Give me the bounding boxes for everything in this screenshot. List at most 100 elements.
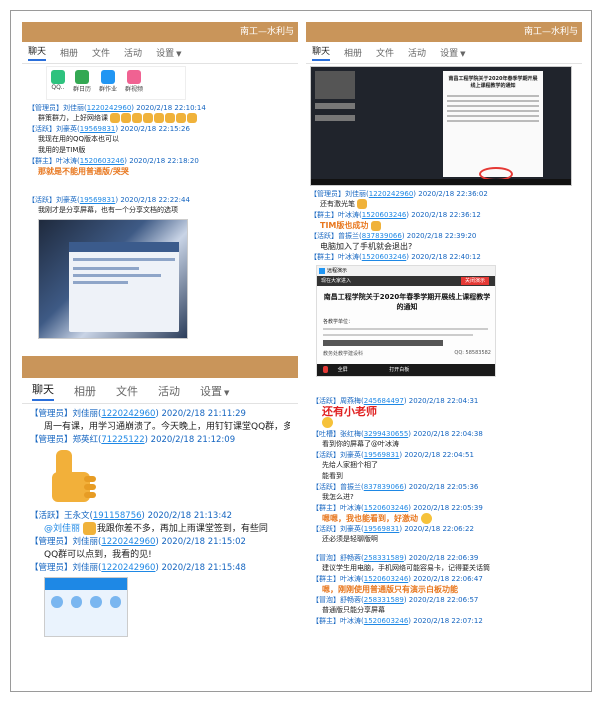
message-item: 【活跃】周燕梅(245684497) 2020/2/18 22:04:31 还有…: [312, 396, 576, 429]
app-calendar[interactable]: 群日历: [73, 70, 91, 96]
phone-icon: [51, 70, 65, 84]
message-text: 还有小老师: [322, 406, 377, 417]
message-meta: 【吐槽】张红梅(3299430655) 2020/2/18 22:04:38: [312, 429, 483, 438]
thumbs-up-icon: [165, 113, 176, 123]
avatar: [70, 596, 82, 608]
tab-settings[interactable]: 设置 ▼: [200, 383, 229, 399]
thumbs-up-icon: [154, 113, 165, 123]
tab-activity[interactable]: 活动: [408, 46, 426, 59]
screenshot-desktop[interactable]: 南昌工程学院关于2020年春季学期开展线上课程教学的通知: [310, 66, 572, 186]
message-meta: 【活跃】刘豪英(19569831) 2020/2/18 22:04:51: [312, 450, 474, 459]
homework-icon: [101, 70, 116, 84]
message-item: 【群主】叶冰涛(1520603246) 2020/2/18 22:40:12: [310, 252, 578, 262]
message-meta: 【活跃】刘豪英(19569831) 2020/2/18 22:06:22: [312, 524, 474, 533]
message-text: 嗯，刚刚使用普通版只有演示白板功能: [322, 584, 458, 594]
chevron-down-icon: ▼: [176, 50, 182, 58]
tab-settings[interactable]: 设置 ▼: [156, 46, 181, 59]
message-text: 我用的是TIM版: [38, 146, 86, 154]
message-text: 看到你的屏幕了@叶冰涛: [322, 439, 399, 448]
message-meta: 【群主】叶冰涛(1520603246) 2020/2/18 22:07:12: [312, 616, 483, 625]
tab-chat[interactable]: 聊天: [32, 381, 54, 401]
message-text: 周一有课，用学习通崩溃了。今天晚上，用钉钉课堂QQ群，多人通: [44, 422, 290, 432]
tab-bar: 聊天 相册 文件 活动 设置 ▼: [22, 378, 298, 404]
tab-chat[interactable]: 聊天: [312, 44, 331, 61]
message-meta: 【管理员】郑英红(71225122) 2020/2/18 21:12:09: [30, 435, 236, 445]
tab-files[interactable]: 文件: [376, 46, 394, 59]
message-meta: 【群主】叶冰涛(1520603246) 2020/2/18 22:06:47: [312, 574, 483, 583]
thumbs-up-icon: [82, 522, 96, 535]
fullscreen-button[interactable]: 全屏: [338, 367, 348, 373]
tab-album[interactable]: 相册: [74, 383, 96, 399]
tab-chat[interactable]: 聊天: [28, 44, 47, 61]
message-meta: 【活跃】周燕梅(245684497) 2020/2/18 22:04:31: [312, 397, 479, 405]
tab-activity[interactable]: 活动: [124, 46, 142, 59]
message-item: 【活跃】刘豪英(19569831) 2020/2/18 22:22:44 我刚才…: [28, 195, 292, 216]
screenshot-photo[interactable]: [38, 219, 188, 339]
tab-album[interactable]: 相册: [60, 46, 78, 59]
tab-album[interactable]: 相册: [344, 46, 362, 59]
thumbs-up-icon: [143, 113, 154, 123]
thumbs-up-icon: [121, 113, 132, 123]
message-text: TIM版也成功: [310, 220, 578, 231]
message-meta: 【管理员】刘佳丽(1220242960) 2020/2/18 21:11:29: [30, 409, 246, 419]
app-homework[interactable]: 群作业: [99, 70, 117, 96]
tab-files[interactable]: 文件: [92, 46, 110, 59]
thumbs-up-sticker[interactable]: [44, 450, 100, 506]
message-item: 【冒泡】舒畅蓉(258331589) 2020/2/18 22:06:57 普通…: [312, 595, 576, 616]
thumbs-up-icon: [176, 113, 187, 123]
message-item: 【活跃】曾振兰(837839066) 2020/2/18 22:05:36 我怎…: [312, 482, 576, 503]
calendar-icon: [75, 70, 89, 84]
app-grid: QQ.. 群日历 群作业 群视频: [46, 66, 186, 100]
app-video[interactable]: 群视频: [125, 70, 143, 96]
open-whiteboard-button[interactable]: 打开白板: [389, 367, 409, 373]
message-text: 建议学生用电脑，手机网络可能容易卡，记得要关话筒: [322, 563, 490, 572]
message-text: 能看到: [322, 471, 343, 480]
message-text: 群策群力，上好网络课: [28, 113, 292, 124]
message-text: 我现在用的QQ版本也可以: [38, 135, 120, 143]
screenshot-phone[interactable]: [44, 577, 128, 637]
message-meta: 【活跃】刘豪英(19569831) 2020/2/18 22:15:26: [28, 125, 190, 133]
thumbs-up-icon: [132, 113, 143, 123]
message-item: 【群主】叶冰涛(1520603246) 2020/2/18 22:05:39 嗯…: [312, 503, 576, 524]
message-item: 【活跃】曾振兰(837839066) 2020/2/18 22:39:20 电脑…: [310, 231, 578, 252]
message-item: 【冒泡】舒畅蓉(258331589) 2020/2/18 22:06:39 建议…: [312, 553, 576, 574]
tab-activity[interactable]: 活动: [158, 383, 180, 399]
avatar: [90, 596, 102, 608]
message-item: 【群主】叶冰涛(1520603246) 2020/2/18 22:18:20 那…: [28, 156, 292, 177]
panel-bottom-right: 【活跃】周燕梅(245684497) 2020/2/18 22:04:31 还有…: [306, 394, 582, 678]
message-item: 【管理员】郑英红(71225122) 2020/2/18 21:12:09: [30, 434, 290, 506]
message-meta: 【管理员】刘佳丽(1220242960) 2020/2/18 21:15:48: [30, 563, 246, 573]
message-text: 电脑加入了手机就会退出?: [320, 242, 413, 251]
message-meta: 【群主】叶冰涛(1520603246) 2020/2/18 22:18:20: [28, 157, 199, 165]
close-presentation-button[interactable]: 关闭演示: [460, 277, 489, 285]
message-meta: 【群主】叶冰涛(1520603246) 2020/2/18 22:05:39: [312, 503, 483, 512]
message-text: 先给人家捆个相了: [322, 460, 378, 469]
group-header: 南工—水利与: [22, 22, 298, 42]
message-item: 【管理员】刘佳丽(1220242960) 2020/2/18 22:10:14 …: [28, 103, 292, 124]
message-text: 还有激光笔: [310, 199, 578, 210]
tab-bar: 聊天 相册 文件 活动 设置 ▼: [22, 42, 298, 64]
group-header: 南工—水利与: [306, 22, 582, 42]
chevron-down-icon: ▼: [460, 50, 466, 58]
tab-settings[interactable]: 设置 ▼: [440, 46, 465, 59]
thumbs-up-icon: [110, 113, 121, 123]
message-text: QQ群可以点到，我看的见!: [44, 550, 152, 560]
message-meta: 【冒泡】舒畅蓉(258331589) 2020/2/18 22:06:57: [312, 595, 479, 604]
message-item: 【管理员】刘佳丽(1220242960) 2020/2/18 21:15:48: [30, 562, 290, 637]
thumbs-up-icon: [371, 220, 382, 231]
message-meta: 【活跃】曾振兰(837839066) 2020/2/18 22:39:20: [310, 232, 477, 240]
message-text: 我怎么进?: [322, 492, 354, 501]
remote-presentation-window[interactable]: 远程演示 现在大家进入 关闭演示 南昌工程学院关于2020年春季学期开展线上课程…: [316, 265, 496, 377]
group-header: [22, 356, 298, 378]
message-item: 【活跃】刘豪英(19569831) 2020/2/18 22:15:26 我现在…: [28, 124, 292, 156]
message-meta: 【管理员】刘佳丽(1220242960) 2020/2/18 21:15:02: [30, 537, 246, 547]
tab-files[interactable]: 文件: [116, 383, 138, 399]
message-item: 【群主】叶冰涛(1520603246) 2020/2/18 22:07:12: [312, 616, 576, 626]
message-meta: 【活跃】曾振兰(837839066) 2020/2/18 22:05:36: [312, 482, 479, 491]
grinning-face-icon: [322, 417, 333, 428]
message-text: @刘佳丽 我跟你差不多，再加上雨课堂签到，有些同: [44, 522, 268, 535]
message-meta: 【管理员】刘佳丽(1220242960) 2020/2/18 22:10:14: [28, 104, 206, 112]
app-qq[interactable]: QQ..: [51, 70, 65, 96]
message-text: 还必须是轻聊版啊: [322, 534, 378, 543]
mic-icon[interactable]: [323, 366, 328, 373]
